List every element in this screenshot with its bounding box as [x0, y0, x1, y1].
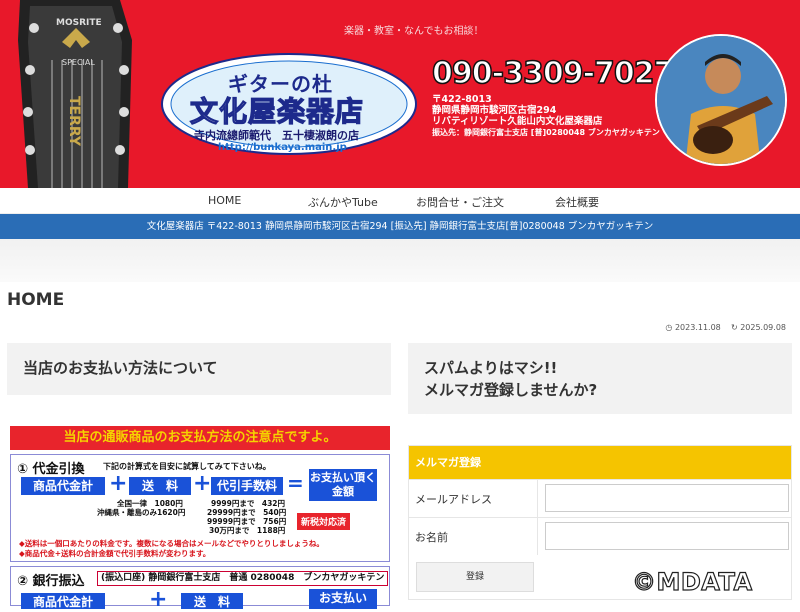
- equals-icon: =: [287, 471, 304, 495]
- nav-company[interactable]: 会社概要: [555, 194, 599, 210]
- name-row: お名前: [409, 517, 791, 555]
- email-label: メールアドレス: [415, 493, 492, 506]
- gray-separator: [0, 239, 800, 282]
- guitar-headstock-image: [0, 0, 142, 188]
- guitar-brand-text: MOSRITE: [56, 18, 102, 28]
- shipping-rate-1: 全国一律 1080円: [117, 499, 183, 508]
- payment-info-image: 当店の通販商品のお支払方法の注意点ですよ。 ① 代金引換 下記の計算式を目安に試…: [10, 426, 390, 612]
- header-tagline: 楽器・教室・なんでもお相談！: [344, 26, 484, 37]
- logo-url[interactable]: http://bunkaya.main.jp: [218, 142, 347, 153]
- register-button[interactable]: 登録: [416, 562, 534, 592]
- bank-transfer-section: ② 銀行振込 (振込口座) 静岡銀行富士支店 普通 0280048 ブンカヤガッ…: [10, 566, 390, 612]
- payment-methods-heading: 当店のお支払い方法について: [7, 343, 391, 395]
- cod-note-1: ◆送料は一個口あたりの料金です。複数になる場合はメールなどでやりとりしましょうね…: [19, 539, 324, 548]
- fee-rate-3: 99999円まで 756円: [207, 517, 287, 526]
- published-date: 2023.11.08: [674, 323, 721, 332]
- logo-subtitle: 寺内流總師範代 五十棲淑朗の店: [194, 129, 359, 142]
- refresh-icon: ↻: [730, 323, 738, 332]
- store-info-bar: 文化屋楽器店 〒422-8013 静岡県静岡市駿河区古宿294 [振込先] 静岡…: [0, 214, 800, 239]
- cod-section: ① 代金引換 下記の計算式を目安に試算してみて下さいね。 商品代金計 + 送 料…: [10, 454, 390, 562]
- bank-account-info: (振込口座) 静岡銀行富士支店 普通 0280048 ブンカヤガッキテン: [97, 571, 389, 586]
- store-address: 〒422-8013 静岡県静岡市駿河区古宿294 リバティリゾート久能山内文化屋…: [432, 94, 660, 138]
- updated-date: 2025.09.08: [740, 323, 786, 332]
- email-input[interactable]: [545, 484, 789, 512]
- address-bank: 振込先：静岡銀行富士支店 [普]0280048 ブンカヤガッキテン: [432, 128, 660, 137]
- nav-home[interactable]: HOME: [208, 194, 241, 207]
- cod-fee-box: 代引手数料: [211, 477, 283, 495]
- address-postal: 〒422-8013: [432, 94, 492, 105]
- row-divider: [537, 480, 538, 517]
- cod-note-2: ◆商品代金+送料の合計金額で代引手数料が変わります。: [19, 549, 211, 558]
- shipping-box-2: 送 料: [181, 593, 243, 609]
- plus-icon: +: [193, 471, 212, 496]
- post-dates: ◷ 2023.11.08 ↻ 2025.09.08: [665, 323, 786, 332]
- fee-rate-4: 30万円まで 1188円: [209, 526, 286, 535]
- goods-total-box: 商品代金計: [21, 477, 105, 495]
- logo-title-line2: 文化屋楽器店: [189, 94, 365, 128]
- shipping-rate-2: 沖縄県・離島のみ1620円: [97, 508, 186, 517]
- owner-photo: [655, 34, 787, 166]
- cod-note: 下記の計算式を目安に試算してみて下さいね。: [103, 462, 271, 471]
- name-input[interactable]: [545, 522, 789, 550]
- row-divider: [537, 518, 538, 555]
- header-banner: MOSRITE SPECIAL TERRY 楽器・教室・なんでもお相談！ ギター…: [0, 0, 800, 188]
- fee-rate-2: 29999円まで 540円: [207, 508, 287, 517]
- cod-title: ① 代金引換: [17, 462, 85, 477]
- fee-rate-1: 9999円まで 432円: [211, 499, 286, 508]
- nav-bunkaya-tube[interactable]: ぶんかやTube: [308, 194, 378, 210]
- tax-badge: 新税対応済: [297, 513, 351, 530]
- promo-line1: スパムよりはマシ!!: [424, 359, 558, 377]
- email-row: メールアドレス: [409, 479, 791, 517]
- name-label: お名前: [415, 531, 448, 544]
- bank-transfer-title: ② 銀行振込: [17, 574, 85, 589]
- address-street: 静岡県静岡市駿河区古宿294: [432, 105, 557, 116]
- goods-total-box-2: 商品代金計: [21, 593, 105, 609]
- mailmag-promo-heading: スパムよりはマシ!! メルマガ登録しませんか?: [408, 343, 792, 414]
- page-title: HOME: [7, 290, 65, 310]
- total-amount-box-2: お支払い: [309, 589, 377, 609]
- guitar-signature-text: TERRY: [66, 96, 82, 147]
- main-nav: HOME ぶんかやTube お問合せ・ご注文 会社概要: [0, 188, 800, 214]
- total-amount-box: お支払い頂く金額: [309, 469, 377, 501]
- watermark: ©MDATA: [631, 567, 753, 596]
- payment-info-header: 当店の通販商品のお支払方法の注意点ですよ。: [10, 426, 390, 450]
- address-building: リバティリゾート久能山内文化屋楽器店: [432, 116, 603, 127]
- shipping-box: 送 料: [129, 477, 191, 495]
- nav-contact-order[interactable]: お問合せ・ご注文: [416, 194, 504, 210]
- phone-number: 090-3309-7027: [431, 55, 675, 92]
- promo-line2: メルマガ登録しませんか?: [424, 381, 598, 399]
- clock-icon: ◷: [665, 323, 673, 332]
- mailmag-form-header: メルマガ登録: [409, 446, 791, 479]
- plus-icon: +: [109, 471, 128, 496]
- guitar-model-text: SPECIAL: [62, 58, 95, 67]
